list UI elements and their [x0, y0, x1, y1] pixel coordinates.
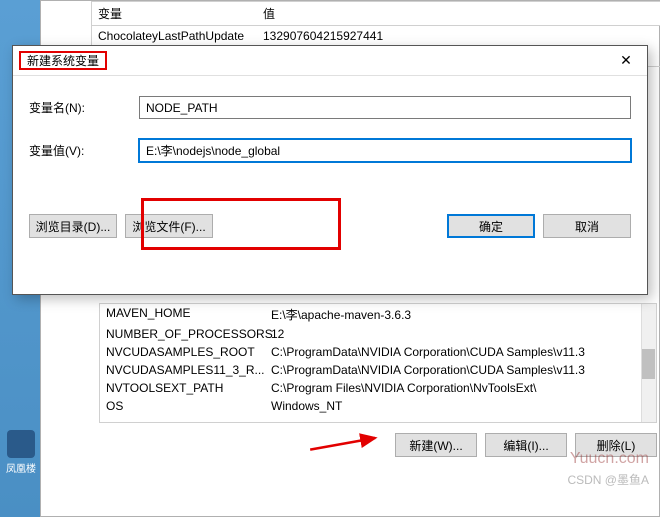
table-row[interactable]: OS Windows_NT: [100, 397, 656, 415]
watermark-text: Yuucn.com: [570, 450, 649, 468]
row-value: C:\Program Files\NVIDIA Corporation\NvTo…: [271, 381, 536, 395]
button-spacer: [221, 214, 439, 238]
header-value: 值: [263, 5, 275, 22]
row-name: NVTOOLSEXT_PATH: [106, 381, 271, 395]
close-icon: ✕: [620, 52, 632, 69]
new-button[interactable]: 新建(W)...: [395, 433, 477, 457]
user-vars-table-header: 变量 值: [92, 2, 660, 26]
table-row[interactable]: NVTOOLSEXT_PATH C:\Program Files\NVIDIA …: [100, 379, 656, 397]
row-name: ChocolateyLastPathUpdate: [98, 29, 263, 43]
row-value: 12: [271, 327, 284, 341]
table-row[interactable]: NVCUDASAMPLES11_3_R... C:\ProgramData\NV…: [100, 361, 656, 379]
row-value: Windows_NT: [271, 399, 342, 413]
edit-button[interactable]: 编辑(I)...: [485, 433, 567, 457]
dialog-buttons: 浏览目录(D)... 浏览文件(F)... 确定 取消: [13, 214, 647, 238]
table-row[interactable]: MAVEN_HOME E:\李\apache-maven-3.6.3: [100, 304, 656, 325]
dialog-body: 变量名(N): 变量值(V):: [13, 76, 647, 178]
variable-value-label: 变量值(V):: [29, 142, 139, 159]
row-name: MAVEN_HOME: [106, 306, 271, 323]
dialog-titlebar[interactable]: 新建系统变量 ✕: [13, 46, 647, 76]
row-name: OS: [106, 399, 271, 413]
row-name: NVCUDASAMPLES_ROOT: [106, 345, 271, 359]
ok-button[interactable]: 确定: [447, 214, 535, 238]
variable-value-input[interactable]: [139, 139, 631, 162]
csdn-credit: CSDN @墨鱼A: [567, 471, 649, 488]
dialog-title: 新建系统变量: [24, 51, 102, 70]
browse-file-button[interactable]: 浏览文件(F)...: [125, 214, 213, 238]
close-button[interactable]: ✕: [605, 46, 647, 75]
browse-directory-button[interactable]: 浏览目录(D)...: [29, 214, 117, 238]
desktop-shortcut-icon: [7, 430, 35, 458]
variable-name-input[interactable]: [139, 96, 631, 119]
header-variable: 变量: [98, 5, 263, 22]
system-vars-table: MAVEN_HOME E:\李\apache-maven-3.6.3 NUMBE…: [99, 303, 657, 423]
desktop-shortcut[interactable]: 凤凰楼: [4, 430, 38, 475]
table-row[interactable]: ChocolateyLastPathUpdate 132907604215927…: [92, 26, 660, 46]
row-value: C:\ProgramData\NVIDIA Corporation\CUDA S…: [271, 363, 585, 377]
row-value: E:\李\apache-maven-3.6.3: [271, 306, 411, 323]
scrollbar[interactable]: [641, 304, 656, 422]
table-row[interactable]: NUMBER_OF_PROCESSORS 12: [100, 325, 656, 343]
annotation-title-highlight: 新建系统变量: [19, 51, 107, 70]
row-name: NVCUDASAMPLES11_3_R...: [106, 363, 271, 377]
scrollbar-thumb[interactable]: [642, 349, 655, 379]
row-value: 132907604215927441: [263, 29, 383, 43]
new-system-variable-dialog: 新建系统变量 ✕ 变量名(N): 变量值(V): 浏览目录(D)... 浏览文件…: [12, 45, 648, 295]
variable-value-row: 变量值(V):: [29, 139, 631, 162]
cancel-button[interactable]: 取消: [543, 214, 631, 238]
variable-name-row: 变量名(N):: [29, 96, 631, 119]
table-row[interactable]: NVCUDASAMPLES_ROOT C:\ProgramData\NVIDIA…: [100, 343, 656, 361]
variable-name-label: 变量名(N):: [29, 99, 139, 116]
desktop-shortcut-label: 凤凰楼: [4, 460, 38, 475]
row-name: NUMBER_OF_PROCESSORS: [106, 327, 271, 341]
row-value: C:\ProgramData\NVIDIA Corporation\CUDA S…: [271, 345, 585, 359]
